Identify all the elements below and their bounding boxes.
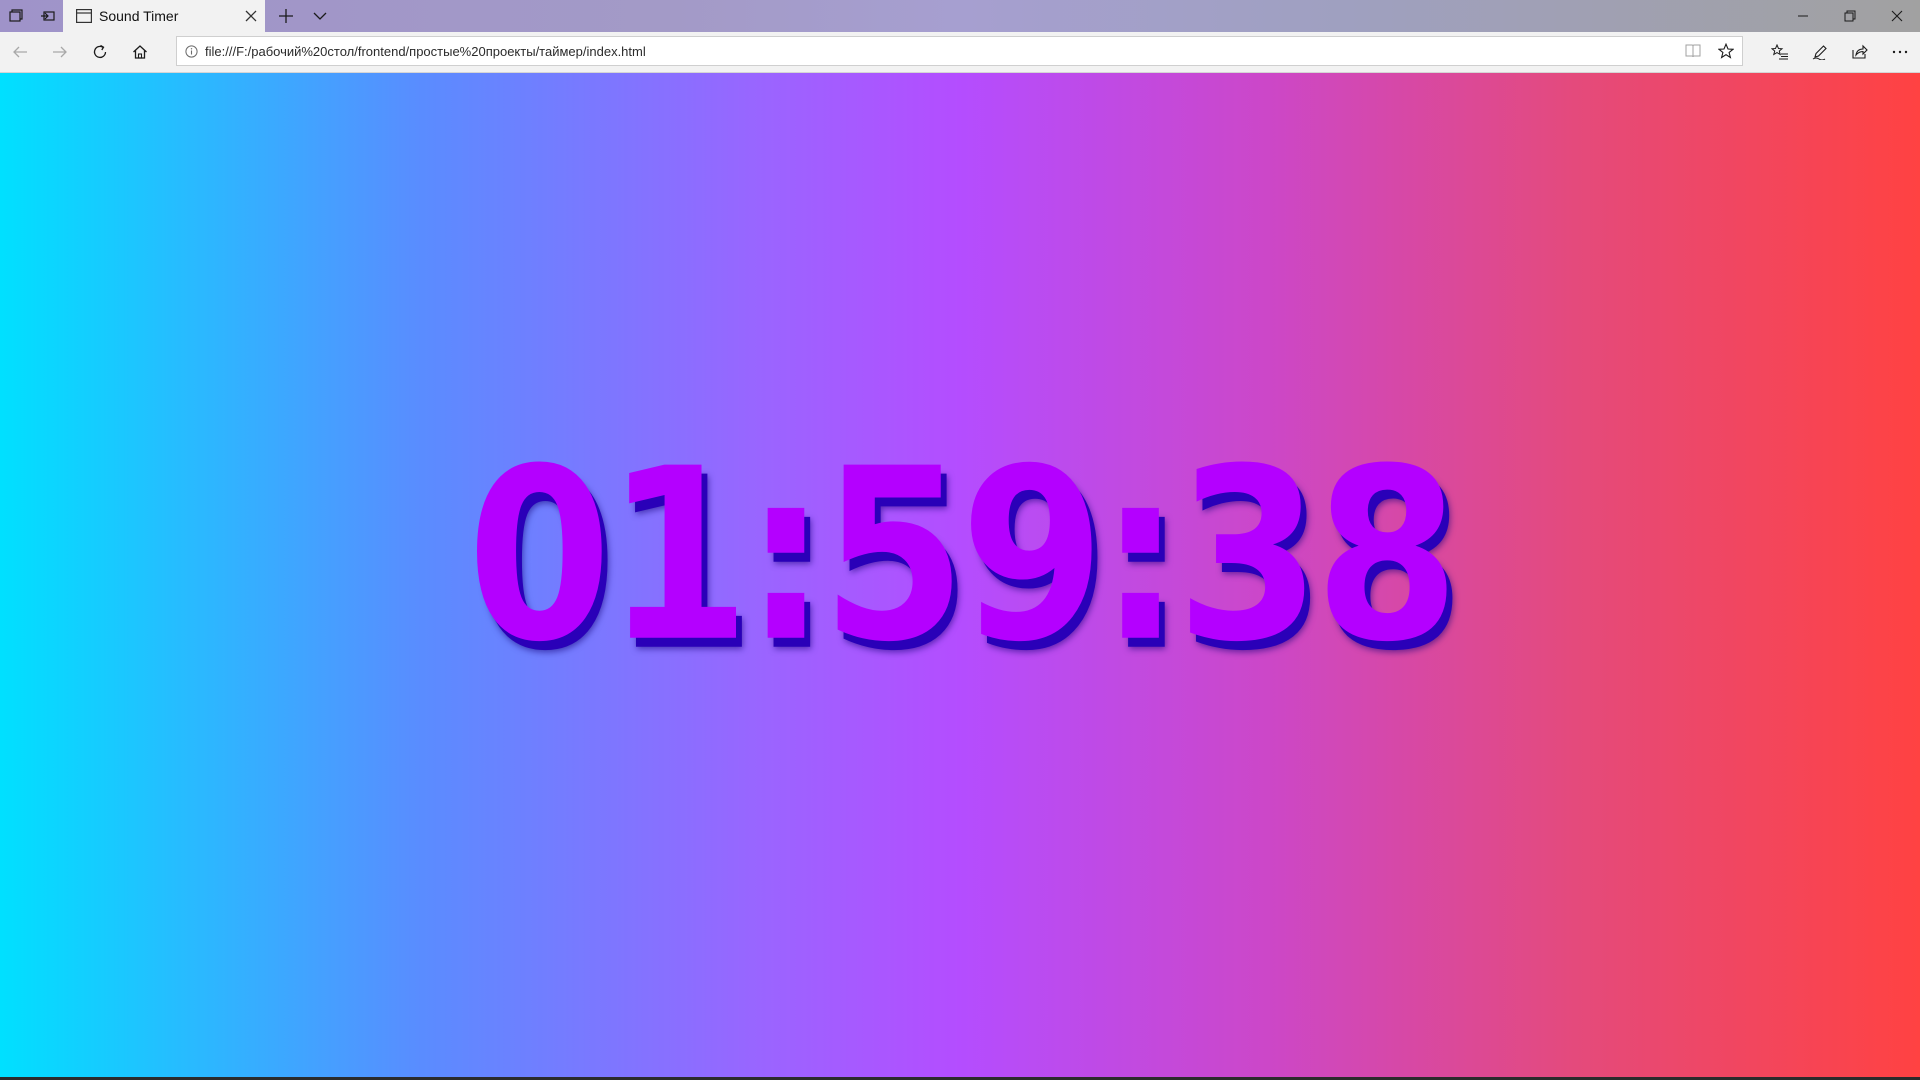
browser-window: Sound Timer file:///F:/рабочий%20стол/fr… — [0, 0, 1920, 1080]
arrow-left-icon[interactable] — [0, 32, 40, 72]
tab-sound-timer[interactable]: Sound Timer — [63, 0, 265, 32]
countdown-timer: 01:59:38 — [466, 417, 1459, 694]
minimize-icon[interactable] — [1780, 0, 1826, 32]
tab-bar: Sound Timer — [0, 0, 1920, 32]
pen-icon[interactable] — [1800, 32, 1840, 72]
star-icon[interactable] — [1709, 37, 1742, 65]
refresh-icon[interactable] — [80, 32, 120, 72]
url-field[interactable]: file:///F:/рабочий%20стол/frontend/прост… — [205, 44, 1676, 59]
page-icon — [69, 0, 99, 32]
home-icon[interactable] — [120, 32, 160, 72]
close-icon[interactable] — [1874, 0, 1920, 32]
plus-icon[interactable] — [270, 0, 302, 32]
tab-title: Sound Timer — [99, 8, 179, 24]
arrow-right-icon[interactable] — [40, 32, 80, 72]
book-icon[interactable] — [1676, 37, 1709, 65]
favorites-list-icon[interactable] — [1760, 32, 1800, 72]
address-bar[interactable]: file:///F:/рабочий%20стол/frontend/прост… — [176, 36, 1743, 66]
navigation-toolbar: file:///F:/рабочий%20стол/frontend/прост… — [0, 32, 1920, 73]
chevron-down-icon[interactable] — [304, 0, 336, 32]
tabs-aside-icon[interactable] — [0, 0, 32, 32]
page-viewport: 01:59:38 — [0, 73, 1920, 1077]
share-icon[interactable] — [1840, 32, 1880, 72]
restore-icon[interactable] — [1827, 0, 1873, 32]
restore-tabs-icon[interactable] — [32, 0, 64, 32]
info-icon[interactable] — [177, 37, 205, 65]
ellipsis-icon[interactable] — [1880, 32, 1920, 72]
close-icon[interactable] — [237, 0, 265, 32]
